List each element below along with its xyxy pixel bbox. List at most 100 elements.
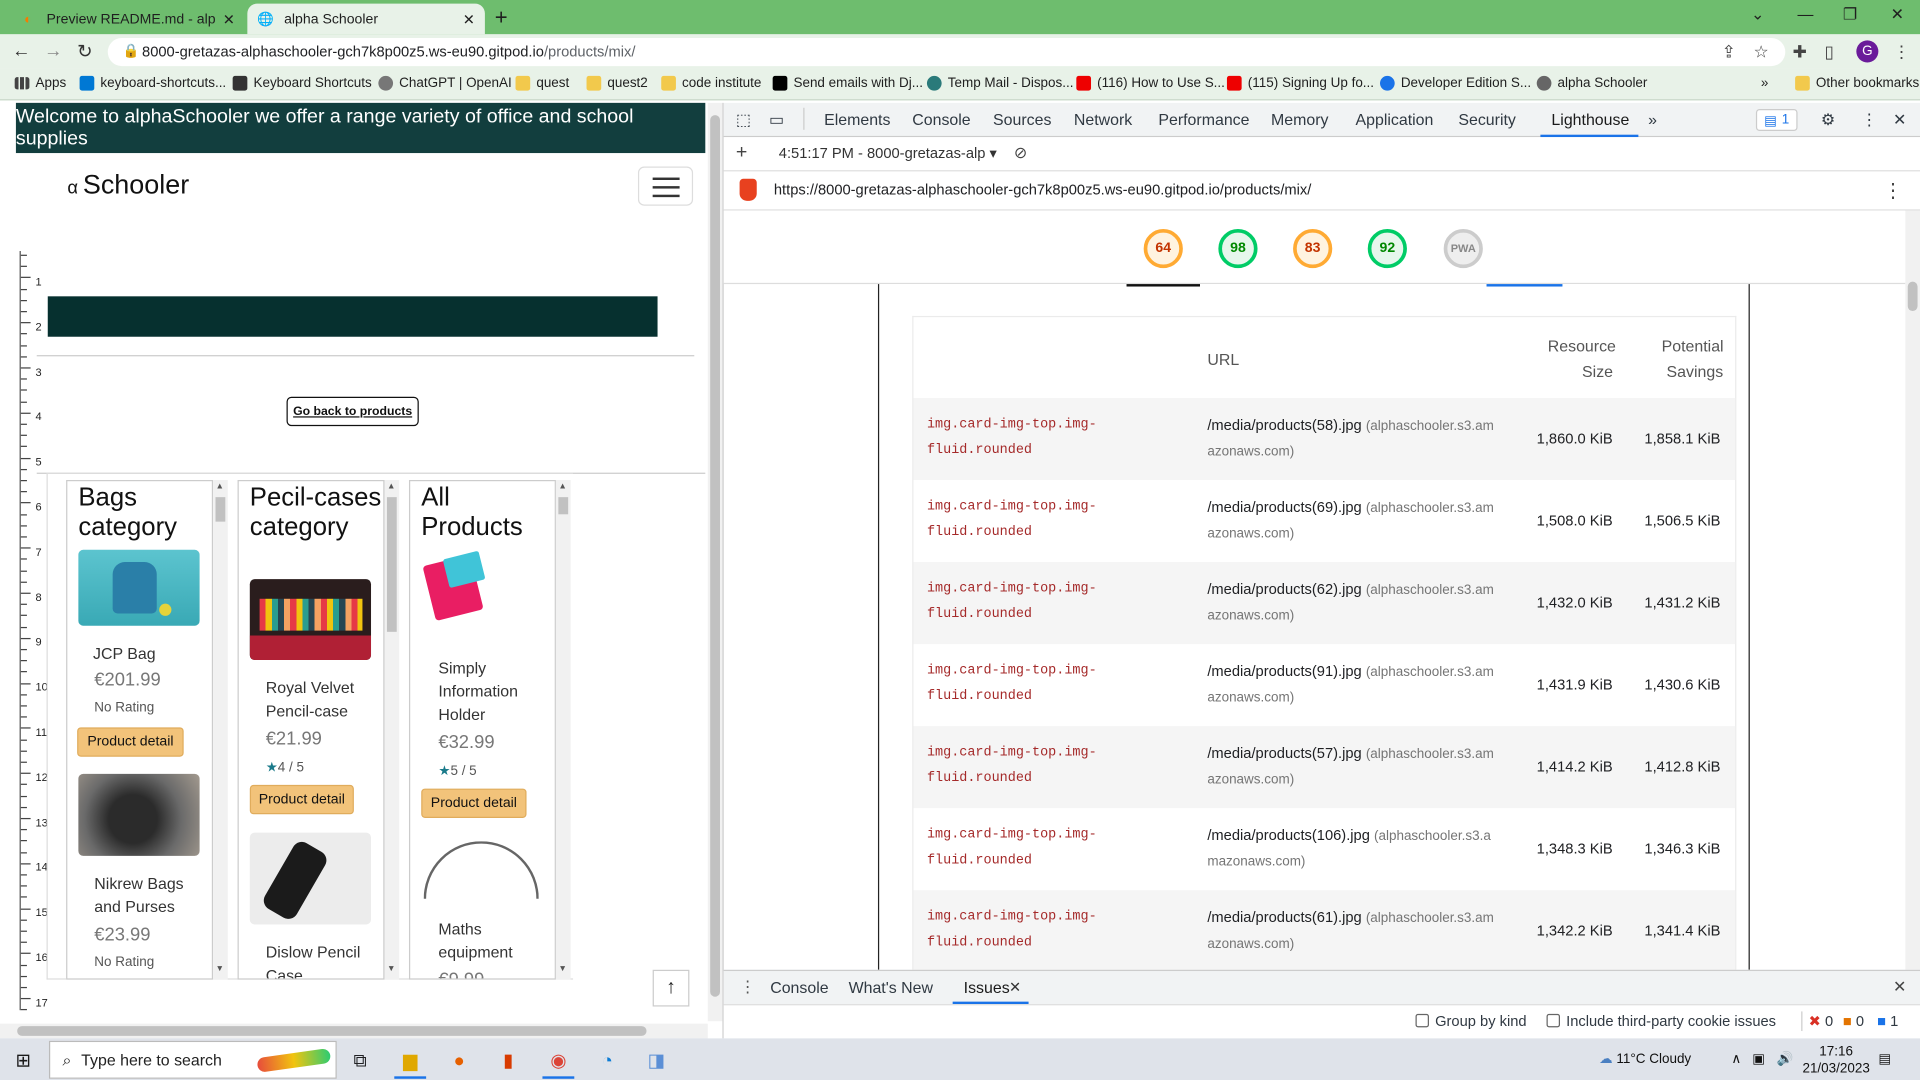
report-menu-icon[interactable]: ⋮ xyxy=(1883,179,1903,203)
table-row[interactable]: img.card-img-top.img-fluid.rounded/media… xyxy=(913,726,1736,809)
tab-lighthouse[interactable]: Lighthouse xyxy=(1551,110,1629,128)
tab-application[interactable]: Application xyxy=(1356,110,1434,128)
product-image[interactable] xyxy=(249,579,372,661)
resource-url[interactable]: /media/products(62).jpg (alphaschooler.s… xyxy=(1207,577,1513,630)
table-row[interactable]: img.card-img-top.img-fluid.rounded/media… xyxy=(913,397,1736,481)
notifications-icon[interactable]: ▤ xyxy=(1878,1051,1891,1067)
bookmark-item[interactable]: keyboard-shortcuts... xyxy=(79,75,227,91)
tray-icon[interactable]: ▣ xyxy=(1752,1051,1765,1067)
bookmark-item[interactable]: alpha Schooler xyxy=(1536,75,1647,91)
card-scrollbar[interactable]: ▲ ▼ xyxy=(555,480,571,980)
weather-widget[interactable]: ☁ 11°C Cloudy xyxy=(1599,1051,1691,1067)
menu-kebab-icon[interactable]: ⋮ xyxy=(1893,42,1910,63)
address-url[interactable]: 8000-gretazas-alphaschooler-gch7k8p00z5.… xyxy=(142,43,635,60)
tab-search-icon[interactable]: ⌄ xyxy=(1751,5,1764,25)
edge-icon[interactable]: ◔ xyxy=(591,1046,623,1075)
element-selector[interactable]: img.card-img-top.img-fluid.rounded xyxy=(927,659,1097,710)
table-row[interactable]: img.card-img-top.img-fluid.rounded/media… xyxy=(913,808,1735,890)
other-bookmarks[interactable]: Other bookmarks xyxy=(1795,75,1919,91)
bookmark-apps[interactable]: Apps xyxy=(14,76,67,91)
drawer-tab-issues[interactable]: Issues xyxy=(964,978,1010,996)
more-tabs-icon[interactable]: » xyxy=(1648,110,1657,128)
devtools-scrollbar[interactable] xyxy=(1905,210,1920,970)
resource-url[interactable]: /media/products(61).jpg (alphaschooler.s… xyxy=(1207,905,1513,958)
more-bookmarks-icon[interactable]: » xyxy=(1761,76,1769,91)
scroll-thumb[interactable] xyxy=(17,1026,647,1036)
devtools-menu-icon[interactable]: ⋮ xyxy=(1861,110,1877,130)
clear-reports-icon[interactable]: ⊘ xyxy=(1014,143,1027,163)
element-selector[interactable]: img.card-img-top.img-fluid.rounded xyxy=(927,823,1097,874)
firefox-icon[interactable]: ● xyxy=(443,1046,475,1075)
windows-start-icon[interactable]: ⊞ xyxy=(7,1046,39,1075)
close-window-button[interactable]: ✕ xyxy=(1891,5,1904,25)
tab-sources[interactable]: Sources xyxy=(993,110,1051,128)
settings-gear-icon[interactable]: ⚙ xyxy=(1821,110,1835,130)
resource-url[interactable]: /media/products(106).jpg (alphaschooler.… xyxy=(1207,823,1513,876)
bookmark-item[interactable]: Keyboard Shortcuts xyxy=(232,75,372,91)
profile-avatar[interactable]: G xyxy=(1856,40,1879,63)
tab-network[interactable]: Network xyxy=(1074,110,1132,128)
product-image[interactable] xyxy=(78,549,200,626)
issues-badge[interactable]: ▤ 1 xyxy=(1755,108,1798,132)
extensions-icon[interactable]: ✚ xyxy=(1793,42,1807,63)
tab-performance[interactable]: Performance xyxy=(1158,110,1249,128)
app-icon[interactable]: ◨ xyxy=(640,1046,672,1075)
bookmark-item[interactable]: Developer Edition S... xyxy=(1380,75,1531,91)
report-url[interactable]: https://8000-gretazas-alphaschooler-gch7… xyxy=(774,181,1311,198)
reload-icon[interactable]: ↻ xyxy=(77,40,92,63)
back-icon[interactable]: ← xyxy=(12,40,30,61)
product-detail-button[interactable]: Product detail xyxy=(77,727,184,757)
tab-readme[interactable]: ◐ Preview README.md - alphaSchooler ✕ xyxy=(10,4,245,35)
resource-url[interactable]: /media/products(69).jpg (alphaschooler.s… xyxy=(1207,495,1513,548)
close-devtools-icon[interactable]: ✕ xyxy=(1893,110,1906,130)
score-pwa[interactable]: PWA xyxy=(1443,228,1483,269)
report-selector[interactable]: 4:51:17 PM - 8000-gretazas-alp ▾ xyxy=(779,144,997,161)
close-issues-tab-icon[interactable]: ✕ xyxy=(1009,978,1021,995)
table-row[interactable]: img.card-img-top.img-fluid.rounded/media… xyxy=(913,890,1736,973)
hamburger-menu-button[interactable] xyxy=(637,166,694,206)
bookmark-item[interactable]: Temp Mail - Dispos... xyxy=(926,75,1074,91)
score-accessibility[interactable]: 98 xyxy=(1218,228,1258,269)
table-row[interactable]: img.card-img-top.img-fluid.rounded/media… xyxy=(913,644,1735,726)
product-image[interactable] xyxy=(421,833,543,903)
scroll-thumb[interactable] xyxy=(1907,281,1918,312)
element-selector[interactable]: img.card-img-top.img-fluid.rounded xyxy=(927,905,1097,956)
site-logo[interactable]: α Schooler xyxy=(67,169,189,201)
score-performance[interactable]: 64 xyxy=(1143,228,1183,269)
tab-elements[interactable]: Elements xyxy=(824,110,890,128)
new-tab-button[interactable]: + xyxy=(495,5,508,31)
page-vertical-scrollbar[interactable] xyxy=(707,102,723,1022)
file-explorer-icon[interactable]: ▆ xyxy=(394,1046,426,1075)
drawer-tab-whats-new[interactable]: What's New xyxy=(849,978,933,996)
table-row[interactable]: img.card-img-top.img-fluid.rounded/media… xyxy=(913,480,1735,562)
tab-memory[interactable]: Memory xyxy=(1271,110,1328,128)
warning-count[interactable]: ■ 0 xyxy=(1843,1013,1864,1030)
lock-icon[interactable]: 🔒 xyxy=(122,43,139,59)
bookmark-item[interactable]: (116) How to Use S... xyxy=(1076,75,1225,91)
product-detail-button[interactable]: Product detail xyxy=(249,784,354,815)
element-selector[interactable]: img.card-img-top.img-fluid.rounded xyxy=(927,577,1097,628)
error-count[interactable]: ✖ 0 xyxy=(1809,1013,1834,1030)
inspect-element-icon[interactable]: ⬚ xyxy=(736,110,751,130)
office-icon[interactable]: ▮ xyxy=(492,1046,524,1075)
resource-url[interactable]: /media/products(58).jpg (alphaschooler.s… xyxy=(1207,413,1513,466)
bookmark-item[interactable]: (115) Signing Up fo... xyxy=(1226,75,1374,91)
clock[interactable]: 17:16 21/03/2023 xyxy=(1802,1043,1869,1077)
go-back-to-products-button[interactable]: Go back to products xyxy=(286,396,419,427)
element-selector[interactable]: img.card-img-top.img-fluid.rounded xyxy=(927,413,1097,464)
bookmark-folder[interactable]: quest2 xyxy=(586,75,648,91)
product-detail-button[interactable]: Product detail xyxy=(421,788,527,818)
resource-url[interactable]: /media/products(57).jpg (alphaschooler.s… xyxy=(1207,741,1513,794)
product-image[interactable] xyxy=(421,550,543,626)
bookmark-folder[interactable]: quest xyxy=(515,75,569,91)
new-report-icon[interactable]: + xyxy=(736,142,747,164)
tab-security[interactable]: Security xyxy=(1458,110,1516,128)
close-tab-icon[interactable]: ✕ xyxy=(223,10,235,27)
info-count[interactable]: ■ 1 xyxy=(1877,1013,1898,1030)
volume-icon[interactable]: 🔊 xyxy=(1777,1051,1794,1067)
score-seo[interactable]: 92 xyxy=(1367,228,1407,269)
share-icon[interactable]: ⇪ xyxy=(1722,42,1736,63)
scroll-thumb[interactable] xyxy=(710,115,721,997)
card-scrollbar[interactable]: ▲ ▼ xyxy=(384,480,400,980)
product-image[interactable] xyxy=(78,773,200,856)
